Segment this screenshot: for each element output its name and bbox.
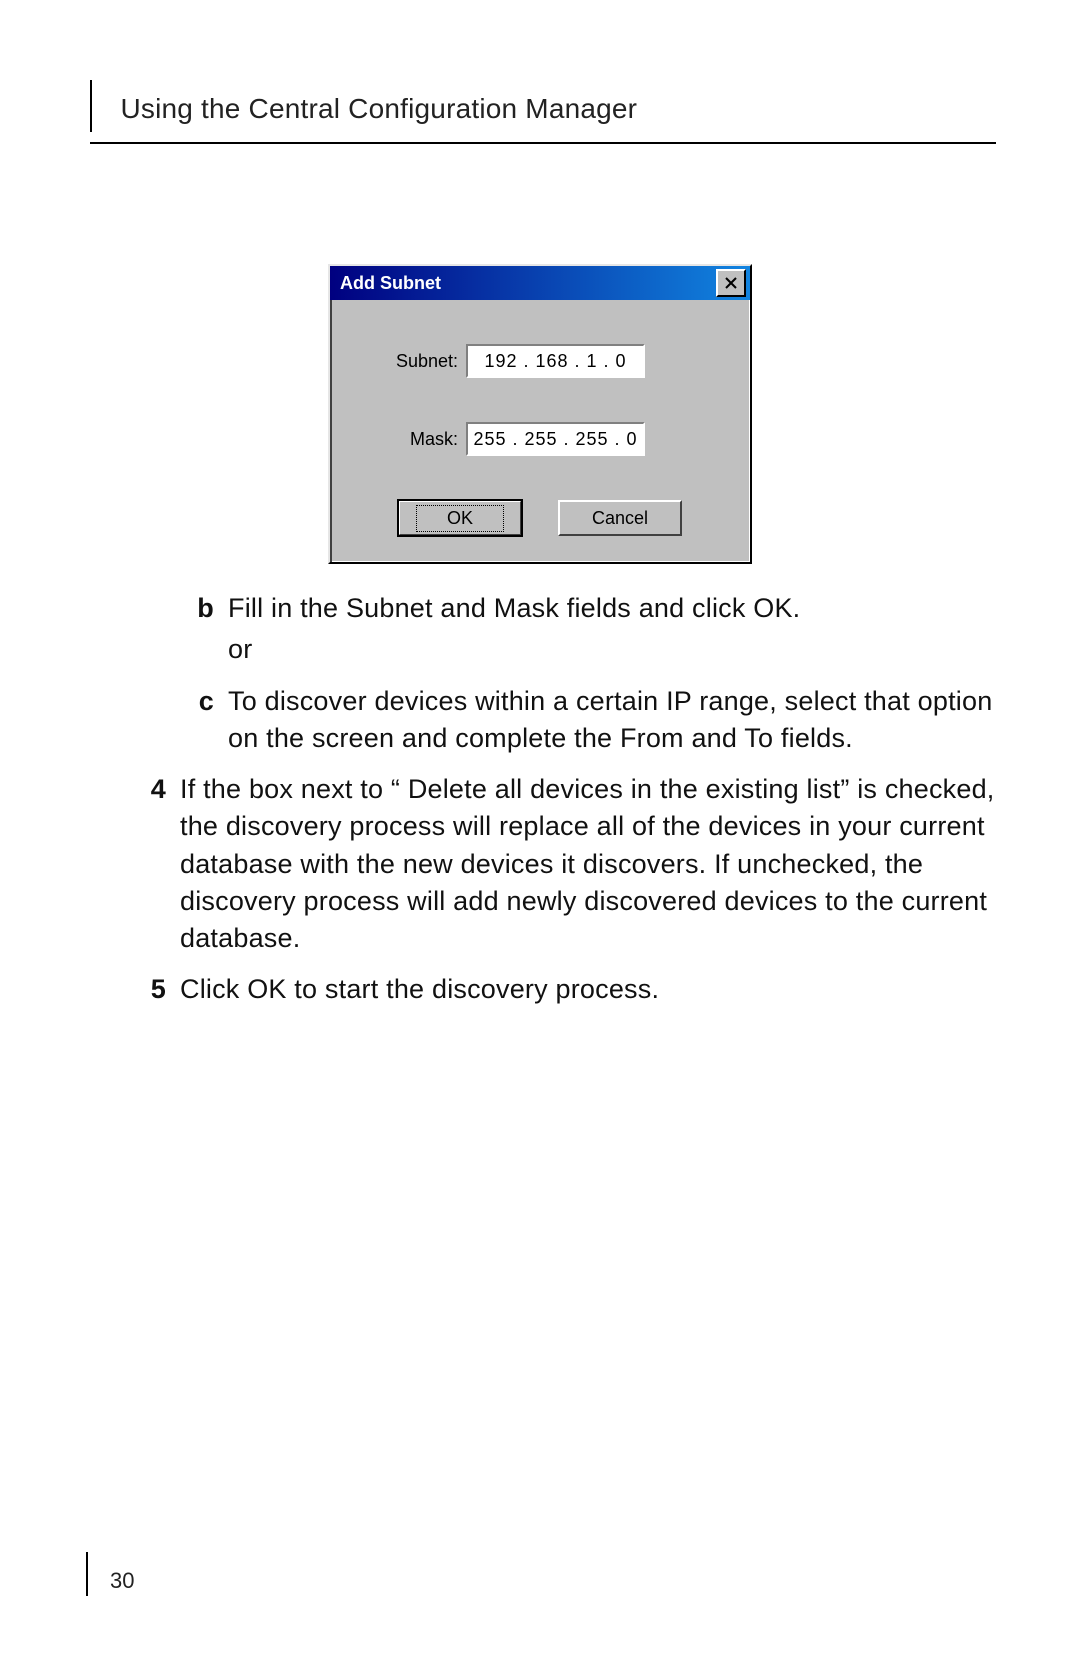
- step-b-text: Fill in the Subnet and Mask fields and c…: [228, 593, 800, 623]
- header-divider: [90, 80, 92, 132]
- step-4-marker: 4: [122, 771, 180, 957]
- step-b-or: or: [228, 631, 1000, 668]
- step-5: 5 Click OK to start the discovery proces…: [122, 971, 1000, 1008]
- dialog-buttons: OK Cancel: [354, 500, 726, 536]
- cancel-button[interactable]: Cancel: [558, 500, 682, 536]
- subnet-label: Subnet:: [384, 351, 458, 372]
- subnet-value: 192 . 168 . 1 . 0: [484, 351, 626, 372]
- step-b: b Fill in the Subnet and Mask fields and…: [170, 590, 1000, 669]
- footer-divider: [86, 1552, 88, 1596]
- dialog-titlebar: Add Subnet: [330, 266, 750, 300]
- step-4: 4 If the box next to “ Delete all device…: [122, 771, 1000, 957]
- step-c-text: To discover devices within a certain IP …: [228, 683, 1000, 758]
- ok-button[interactable]: OK: [398, 500, 522, 536]
- header-rule: [90, 142, 996, 144]
- step-4-text: If the box next to “ Delete all devices …: [180, 771, 1000, 957]
- section-title: Using the Central Configuration Manager: [120, 87, 637, 125]
- ok-button-label: OK: [416, 505, 504, 532]
- dialog-title: Add Subnet: [340, 273, 441, 294]
- document-page: Using the Central Configuration Manager …: [0, 0, 1080, 1656]
- step-b-marker: b: [170, 590, 228, 669]
- cancel-button-label: Cancel: [592, 508, 648, 529]
- step-c: c To discover devices within a certain I…: [170, 683, 1000, 758]
- close-button[interactable]: [716, 269, 746, 297]
- mask-value: 255 . 255 . 255 . 0: [473, 429, 637, 450]
- subnet-row: Subnet: 192 . 168 . 1 . 0: [384, 344, 726, 378]
- close-icon: [724, 277, 738, 289]
- instruction-list: b Fill in the Subnet and Mask fields and…: [80, 590, 1000, 1009]
- page-footer: 30: [86, 1552, 134, 1596]
- mask-label: Mask:: [384, 429, 458, 450]
- step-5-marker: 5: [122, 971, 180, 1008]
- add-subnet-dialog: Add Subnet Subnet: 192 . 168 . 1 . 0: [328, 264, 752, 564]
- page-header: Using the Central Configuration Manager: [90, 80, 1000, 144]
- step-b-content: Fill in the Subnet and Mask fields and c…: [228, 590, 1000, 669]
- subnet-input[interactable]: 192 . 168 . 1 . 0: [466, 344, 645, 378]
- mask-input[interactable]: 255 . 255 . 255 . 0: [466, 422, 645, 456]
- step-c-marker: c: [170, 683, 228, 758]
- dialog-figure: Add Subnet Subnet: 192 . 168 . 1 . 0: [80, 264, 1000, 564]
- mask-row: Mask: 255 . 255 . 255 . 0: [384, 422, 726, 456]
- page-number: 30: [110, 1568, 134, 1596]
- step-5-text: Click OK to start the discovery process.: [180, 971, 1000, 1008]
- dialog-body: Subnet: 192 . 168 . 1 . 0 Mask: 255 . 25…: [330, 300, 750, 562]
